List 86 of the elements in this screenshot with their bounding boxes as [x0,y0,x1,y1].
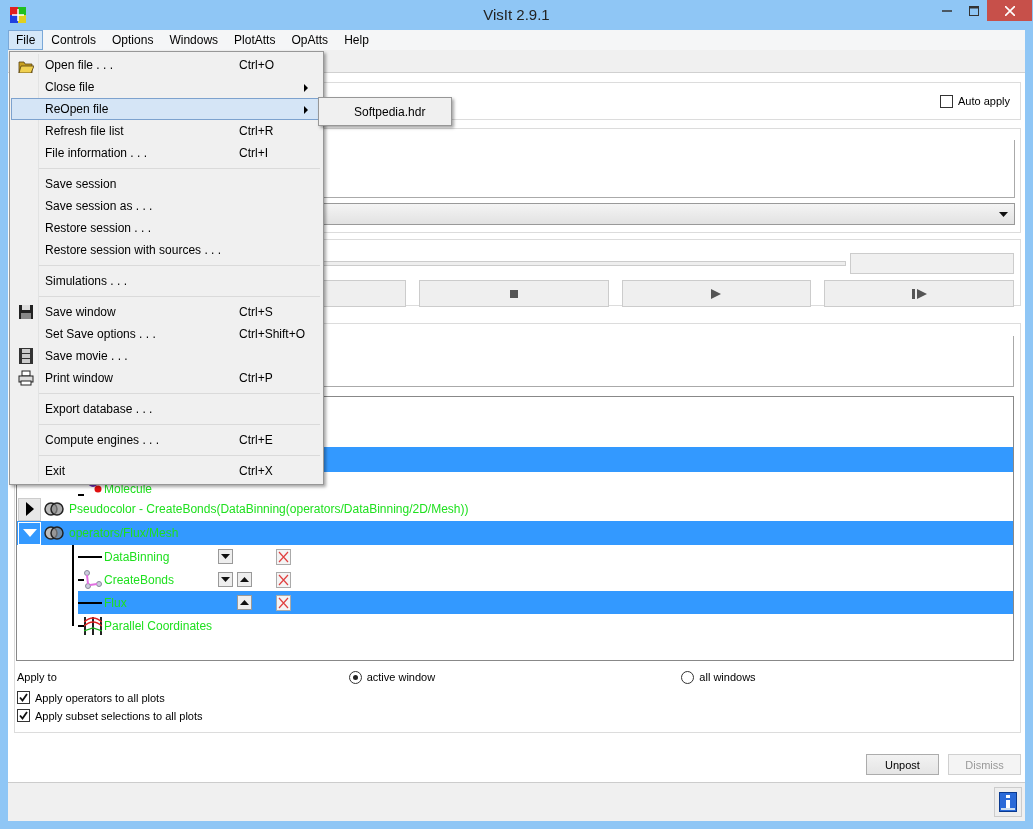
menu-item[interactable]: Refresh file list Ctrl+R [11,120,321,142]
down-arrow-icon [221,577,230,582]
expand-arrow-icon [25,502,34,516]
shortcut-text: Ctrl+P [239,371,273,385]
menu-item[interactable]: Softpedia.hdr [354,104,426,119]
menu-item[interactable]: Exit Ctrl+X [11,460,321,482]
film-strip-icon [17,348,34,364]
menu-item[interactable]: Save session [11,173,321,195]
expand-button[interactable] [18,497,41,521]
move-up-button[interactable] [237,595,252,610]
delete-button[interactable] [276,571,291,588]
menu-bar-item[interactable]: Windows [161,30,227,50]
parallel-coordinates-icon [84,615,102,636]
move-up-button[interactable] [237,572,252,587]
stop-icon [509,289,518,298]
shortcut-text: Ctrl+I [239,146,268,160]
menu-bar-item[interactable]: OpAtts [283,30,337,50]
menu-bar-item[interactable]: Options [104,30,162,50]
menu-item[interactable]: Save window Ctrl+S [11,301,321,323]
collapse-arrow-icon [22,529,37,537]
menu-item[interactable]: Print window Ctrl+P [11,367,321,389]
app-icon [10,7,26,23]
radio-button[interactable] [681,670,695,684]
bonds-icon [84,569,102,590]
radio-label: all windows [699,671,756,683]
checkbox[interactable] [17,691,30,704]
operator-label: CreateBonds [104,572,176,587]
down-arrow-icon [221,554,230,559]
menu-item[interactable]: Open file . . . Ctrl+O [11,54,321,76]
up-arrow-icon [240,600,249,605]
play-icon [711,288,722,299]
operator-label: DataBinning [104,549,171,564]
delete-icon [277,595,290,610]
menu-item[interactable]: Restore session . . . [11,217,321,239]
menu-bar-item[interactable]: PlotAtts [226,30,284,50]
info-icon [999,792,1017,812]
shortcut-text: Ctrl+S [239,305,273,319]
menu-item[interactable]: Save movie . . . [11,345,321,367]
menu-item[interactable]: Compute engines . . . Ctrl+E [11,429,321,451]
text-field[interactable] [850,252,1014,274]
menu-item[interactable]: ReOpen file [11,98,321,120]
close-button[interactable] [987,0,1032,21]
shortcut-text: Ctrl+O [239,58,274,72]
move-down-button[interactable] [218,572,233,587]
menu-item[interactable]: Close file [11,76,321,98]
operator-label: Parallel Coordinates [104,618,214,633]
checkbox-label: Auto apply [958,95,1010,107]
menu-item[interactable]: Save session as . . . [11,195,321,217]
plot-label: Pseudocolor - CreateBonds(DataBinning(operators/DataBinning/2D/Mesh)) [69,502,469,516]
operator-label: Molecule [104,482,154,496]
radio-button[interactable] [348,670,362,684]
plot-label: operators/Flux/Mesh [69,526,179,540]
button[interactable]: Unpost [866,754,939,775]
printer-icon [17,370,34,386]
checkbox[interactable] [17,709,30,722]
menu-item[interactable]: File information . . . Ctrl+I [11,142,321,164]
shortcut-text: Ctrl+Shift+O [239,327,306,341]
checkbox-label: Apply subset selections to all plots [35,709,203,722]
menu-bar-item[interactable]: Help [336,30,377,50]
delete-icon [277,572,290,587]
close-icon [1004,5,1015,16]
menu-item[interactable]: Restore session with sources . . . [11,239,321,261]
field-label: Apply to [17,671,58,683]
shortcut-text: Ctrl+E [239,433,273,447]
operator-label: Flux [104,595,128,610]
menu-bar-item[interactable]: File [8,30,44,50]
info-button[interactable] [994,787,1022,817]
up-arrow-icon [240,577,249,582]
step-forward-icon [911,288,927,299]
delete-button[interactable] [276,548,291,565]
shortcut-text: Ctrl+X [239,464,273,478]
window-title: VisIt 2.9.1 [483,6,550,23]
checkbox[interactable] [940,94,953,108]
menu-item[interactable]: Export database . . . [11,398,321,420]
maximize-icon [968,5,979,16]
minimize-icon [941,9,952,12]
menu-item[interactable]: Set Save options . . . Ctrl+Shift+O [11,323,321,345]
delete-icon [277,549,290,564]
move-down-button[interactable] [218,549,233,564]
radio-label: active window [366,671,436,683]
dropdown-arrow-icon [999,211,1008,217]
menu-item[interactable]: Simulations . . . [11,270,321,292]
checkbox-label: Apply operators to all plots [35,691,165,704]
delete-button[interactable] [276,594,291,611]
menu-bar-item[interactable]: Controls [43,30,105,50]
shortcut-text: Ctrl+R [239,124,274,138]
